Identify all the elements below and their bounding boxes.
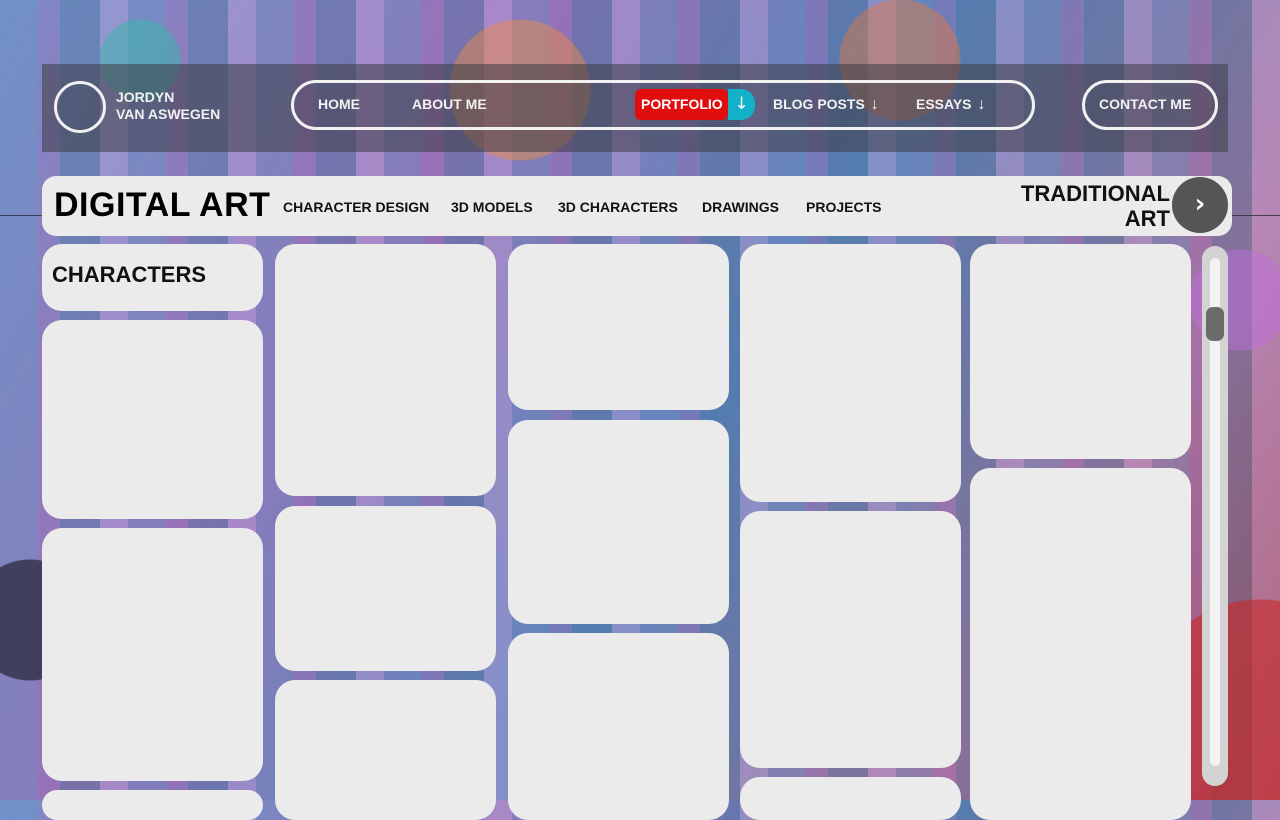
gallery-card[interactable] bbox=[740, 777, 961, 820]
nav-essays-label: ESSAYS bbox=[916, 96, 972, 112]
brand-first-name: JORDYN bbox=[116, 89, 175, 105]
gallery-card[interactable] bbox=[970, 244, 1191, 459]
gallery-card[interactable] bbox=[740, 244, 961, 502]
nav-blog[interactable]: BLOG POSTS ↓ bbox=[773, 96, 879, 114]
traditional-art-line2: ART bbox=[1124, 206, 1170, 231]
gallery-card[interactable] bbox=[42, 790, 263, 820]
subnav-3d-models[interactable]: 3D MODELS bbox=[451, 199, 533, 215]
logo-icon[interactable] bbox=[54, 81, 106, 133]
section-label: CHARACTERS bbox=[52, 262, 206, 287]
nav-portfolio[interactable]: PORTFOLIO bbox=[641, 96, 723, 112]
scrollbar-thumb[interactable] bbox=[1206, 307, 1224, 341]
gallery-card[interactable] bbox=[740, 511, 961, 768]
page-title: DIGITAL ART bbox=[54, 186, 271, 224]
traditional-art-link[interactable]: TRADITIONAL ART bbox=[1000, 181, 1170, 231]
nav-home[interactable]: HOME bbox=[318, 96, 360, 112]
subnav-3d-characters[interactable]: 3D CHARACTERS bbox=[558, 199, 678, 215]
gallery-card[interactable] bbox=[275, 680, 496, 820]
nav-essays[interactable]: ESSAYS ↓ bbox=[916, 96, 986, 114]
gallery-card[interactable] bbox=[970, 468, 1191, 820]
gallery-card[interactable] bbox=[42, 320, 263, 519]
chevron-down-icon: ↓ bbox=[870, 96, 879, 113]
gallery-card[interactable] bbox=[275, 506, 496, 671]
gallery-card[interactable] bbox=[508, 420, 729, 624]
brand-name[interactable]: JORDYN VAN ASWEGEN bbox=[116, 89, 220, 123]
chevron-down-icon: ↓ bbox=[977, 96, 986, 113]
subnav-projects[interactable]: PROJECTS bbox=[806, 199, 881, 215]
portfolio-dropdown-icon[interactable]: ↓ bbox=[728, 89, 755, 120]
contact-label[interactable]: CONTACT ME bbox=[1099, 96, 1191, 112]
gallery-card[interactable] bbox=[42, 528, 263, 781]
subnav-character-design[interactable]: CHARACTER DESIGN bbox=[283, 199, 429, 215]
nav-blog-label: BLOG POSTS bbox=[773, 96, 865, 112]
chevron-right-icon[interactable]: › bbox=[1172, 177, 1228, 233]
gallery-card[interactable] bbox=[275, 244, 496, 496]
gallery-card[interactable] bbox=[508, 633, 729, 820]
nav-about[interactable]: ABOUT ME bbox=[412, 96, 487, 112]
subnav-drawings[interactable]: DRAWINGS bbox=[702, 199, 779, 215]
gallery-card[interactable] bbox=[508, 244, 729, 410]
brand-last-name: VAN ASWEGEN bbox=[116, 106, 221, 122]
traditional-art-line1: TRADITIONAL bbox=[1020, 181, 1170, 206]
